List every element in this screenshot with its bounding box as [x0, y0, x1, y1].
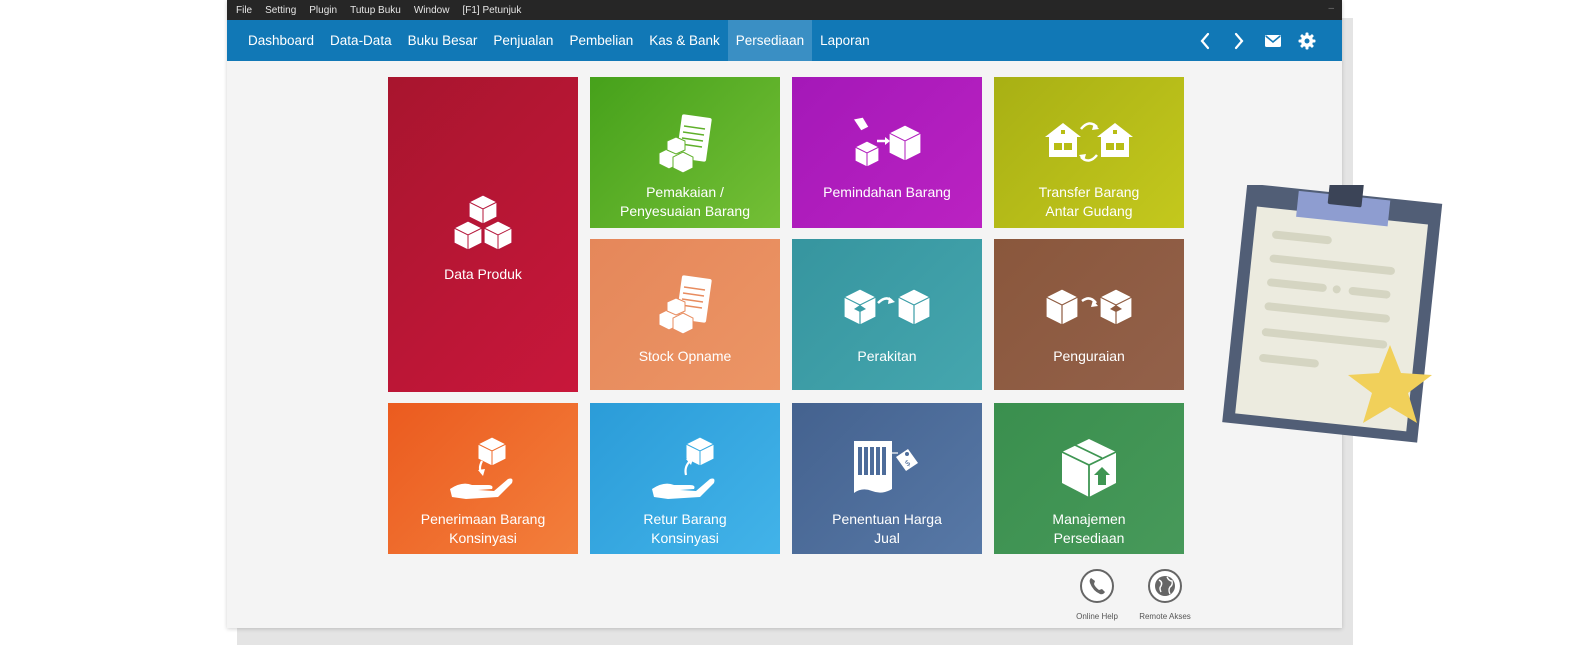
- app-window: File Setting Plugin Tutup Buku Window [F…: [227, 0, 1342, 628]
- tile-label: Manajemen Persediaan: [1052, 511, 1126, 546]
- tile-stock-opname[interactable]: Stock Opname: [590, 239, 780, 390]
- chevron-left-icon[interactable]: [1188, 20, 1222, 61]
- online-help-button[interactable]: Online Help: [1073, 568, 1121, 621]
- tab-buku-besar[interactable]: Buku Besar: [400, 20, 486, 61]
- globe-icon: [1148, 569, 1182, 603]
- tab-laporan[interactable]: Laporan: [812, 20, 878, 61]
- moving-boxes-icon: [847, 115, 927, 176]
- nav-bar: Dashboard Data-Data Buku Besar Penjualan…: [227, 20, 1342, 61]
- tab-kas-bank[interactable]: Kas & Bank: [641, 20, 728, 61]
- chevron-right-icon[interactable]: [1222, 20, 1256, 61]
- menu-file[interactable]: File: [236, 5, 252, 16]
- tab-penjualan[interactable]: Penjualan: [485, 20, 561, 61]
- remote-akses-button[interactable]: Remote Akses: [1138, 568, 1192, 621]
- tab-persediaan[interactable]: Persediaan: [727, 20, 813, 61]
- online-help-label: Online Help: [1076, 612, 1118, 621]
- cubes-icon: [446, 193, 520, 258]
- tab-pembelian[interactable]: Pembelian: [561, 20, 641, 61]
- tile-label: Penentuan Harga Jual: [832, 511, 942, 546]
- menu-tutup-buku[interactable]: Tutup Buku: [350, 5, 401, 16]
- remote-akses-label: Remote Akses: [1139, 612, 1191, 621]
- tile-label: Pemindahan Barang: [823, 184, 951, 200]
- tile-data-produk[interactable]: Data Produk: [388, 77, 578, 392]
- tile-label: Stock Opname: [638, 348, 732, 364]
- warehouse-transfer-icon: [1043, 117, 1135, 172]
- tile-retur[interactable]: Retur Barang Konsinyasi: [590, 403, 780, 554]
- tile-label: Penerimaan Barang Konsinyasi: [420, 511, 546, 546]
- disassembly-icon: [1042, 287, 1136, 332]
- stage: File Setting Plugin Tutup Buku Window [F…: [0, 0, 1580, 650]
- tile-perakitan[interactable]: Perakitan: [792, 239, 982, 390]
- tab-data-data[interactable]: Data-Data: [322, 20, 400, 61]
- notepad-boxes-icon: [655, 112, 715, 179]
- notepad-boxes-icon: [655, 273, 715, 340]
- tile-manajemen[interactable]: Manajemen Persediaan: [994, 403, 1184, 554]
- menu-bar: File Setting Plugin Tutup Buku Window [F…: [227, 0, 1342, 20]
- hand-return-box-icon: [650, 435, 720, 506]
- menu-petunjuk[interactable]: [F1] Petunjuk: [462, 5, 521, 16]
- tab-dashboard[interactable]: Dashboard: [240, 20, 322, 61]
- menu-window[interactable]: Window: [414, 5, 450, 16]
- tile-penguraian[interactable]: Penguraian: [994, 239, 1184, 390]
- tile-penerimaan[interactable]: Penerimaan Barang Konsinyasi: [388, 403, 578, 554]
- menu-setting[interactable]: Setting: [265, 5, 296, 16]
- price-tag-icon: $: [852, 439, 922, 502]
- mail-icon[interactable]: [1256, 20, 1290, 61]
- nav-icons: [1188, 20, 1324, 61]
- phone-icon: [1080, 569, 1114, 603]
- assembly-icon: [840, 287, 934, 332]
- gear-icon[interactable]: [1290, 20, 1324, 61]
- tile-label: Pemakaian / Penyesuaian Barang: [620, 184, 750, 219]
- hand-receive-box-icon: [448, 435, 518, 506]
- tile-transfer[interactable]: Transfer Barang Antar Gudang: [994, 77, 1184, 228]
- tile-label: Perakitan: [857, 348, 917, 364]
- tile-label: Penguraian: [1053, 348, 1125, 364]
- tile-label: Data Produk: [444, 266, 522, 282]
- tile-pemakaian[interactable]: Pemakaian / Penyesuaian Barang: [590, 77, 780, 228]
- tile-harga-jual[interactable]: $ Penentuan Harga Jual: [792, 403, 982, 554]
- menu-plugin[interactable]: Plugin: [309, 5, 337, 16]
- tile-pemindahan[interactable]: Pemindahan Barang: [792, 77, 982, 228]
- clipboard-star-illustration: [1212, 180, 1452, 455]
- minimize-button[interactable]: –: [1328, 3, 1334, 14]
- tile-label: Transfer Barang Antar Gudang: [1038, 184, 1140, 219]
- tile-label: Retur Barang Konsinyasi: [643, 511, 727, 546]
- box-upload-icon: [1060, 437, 1118, 504]
